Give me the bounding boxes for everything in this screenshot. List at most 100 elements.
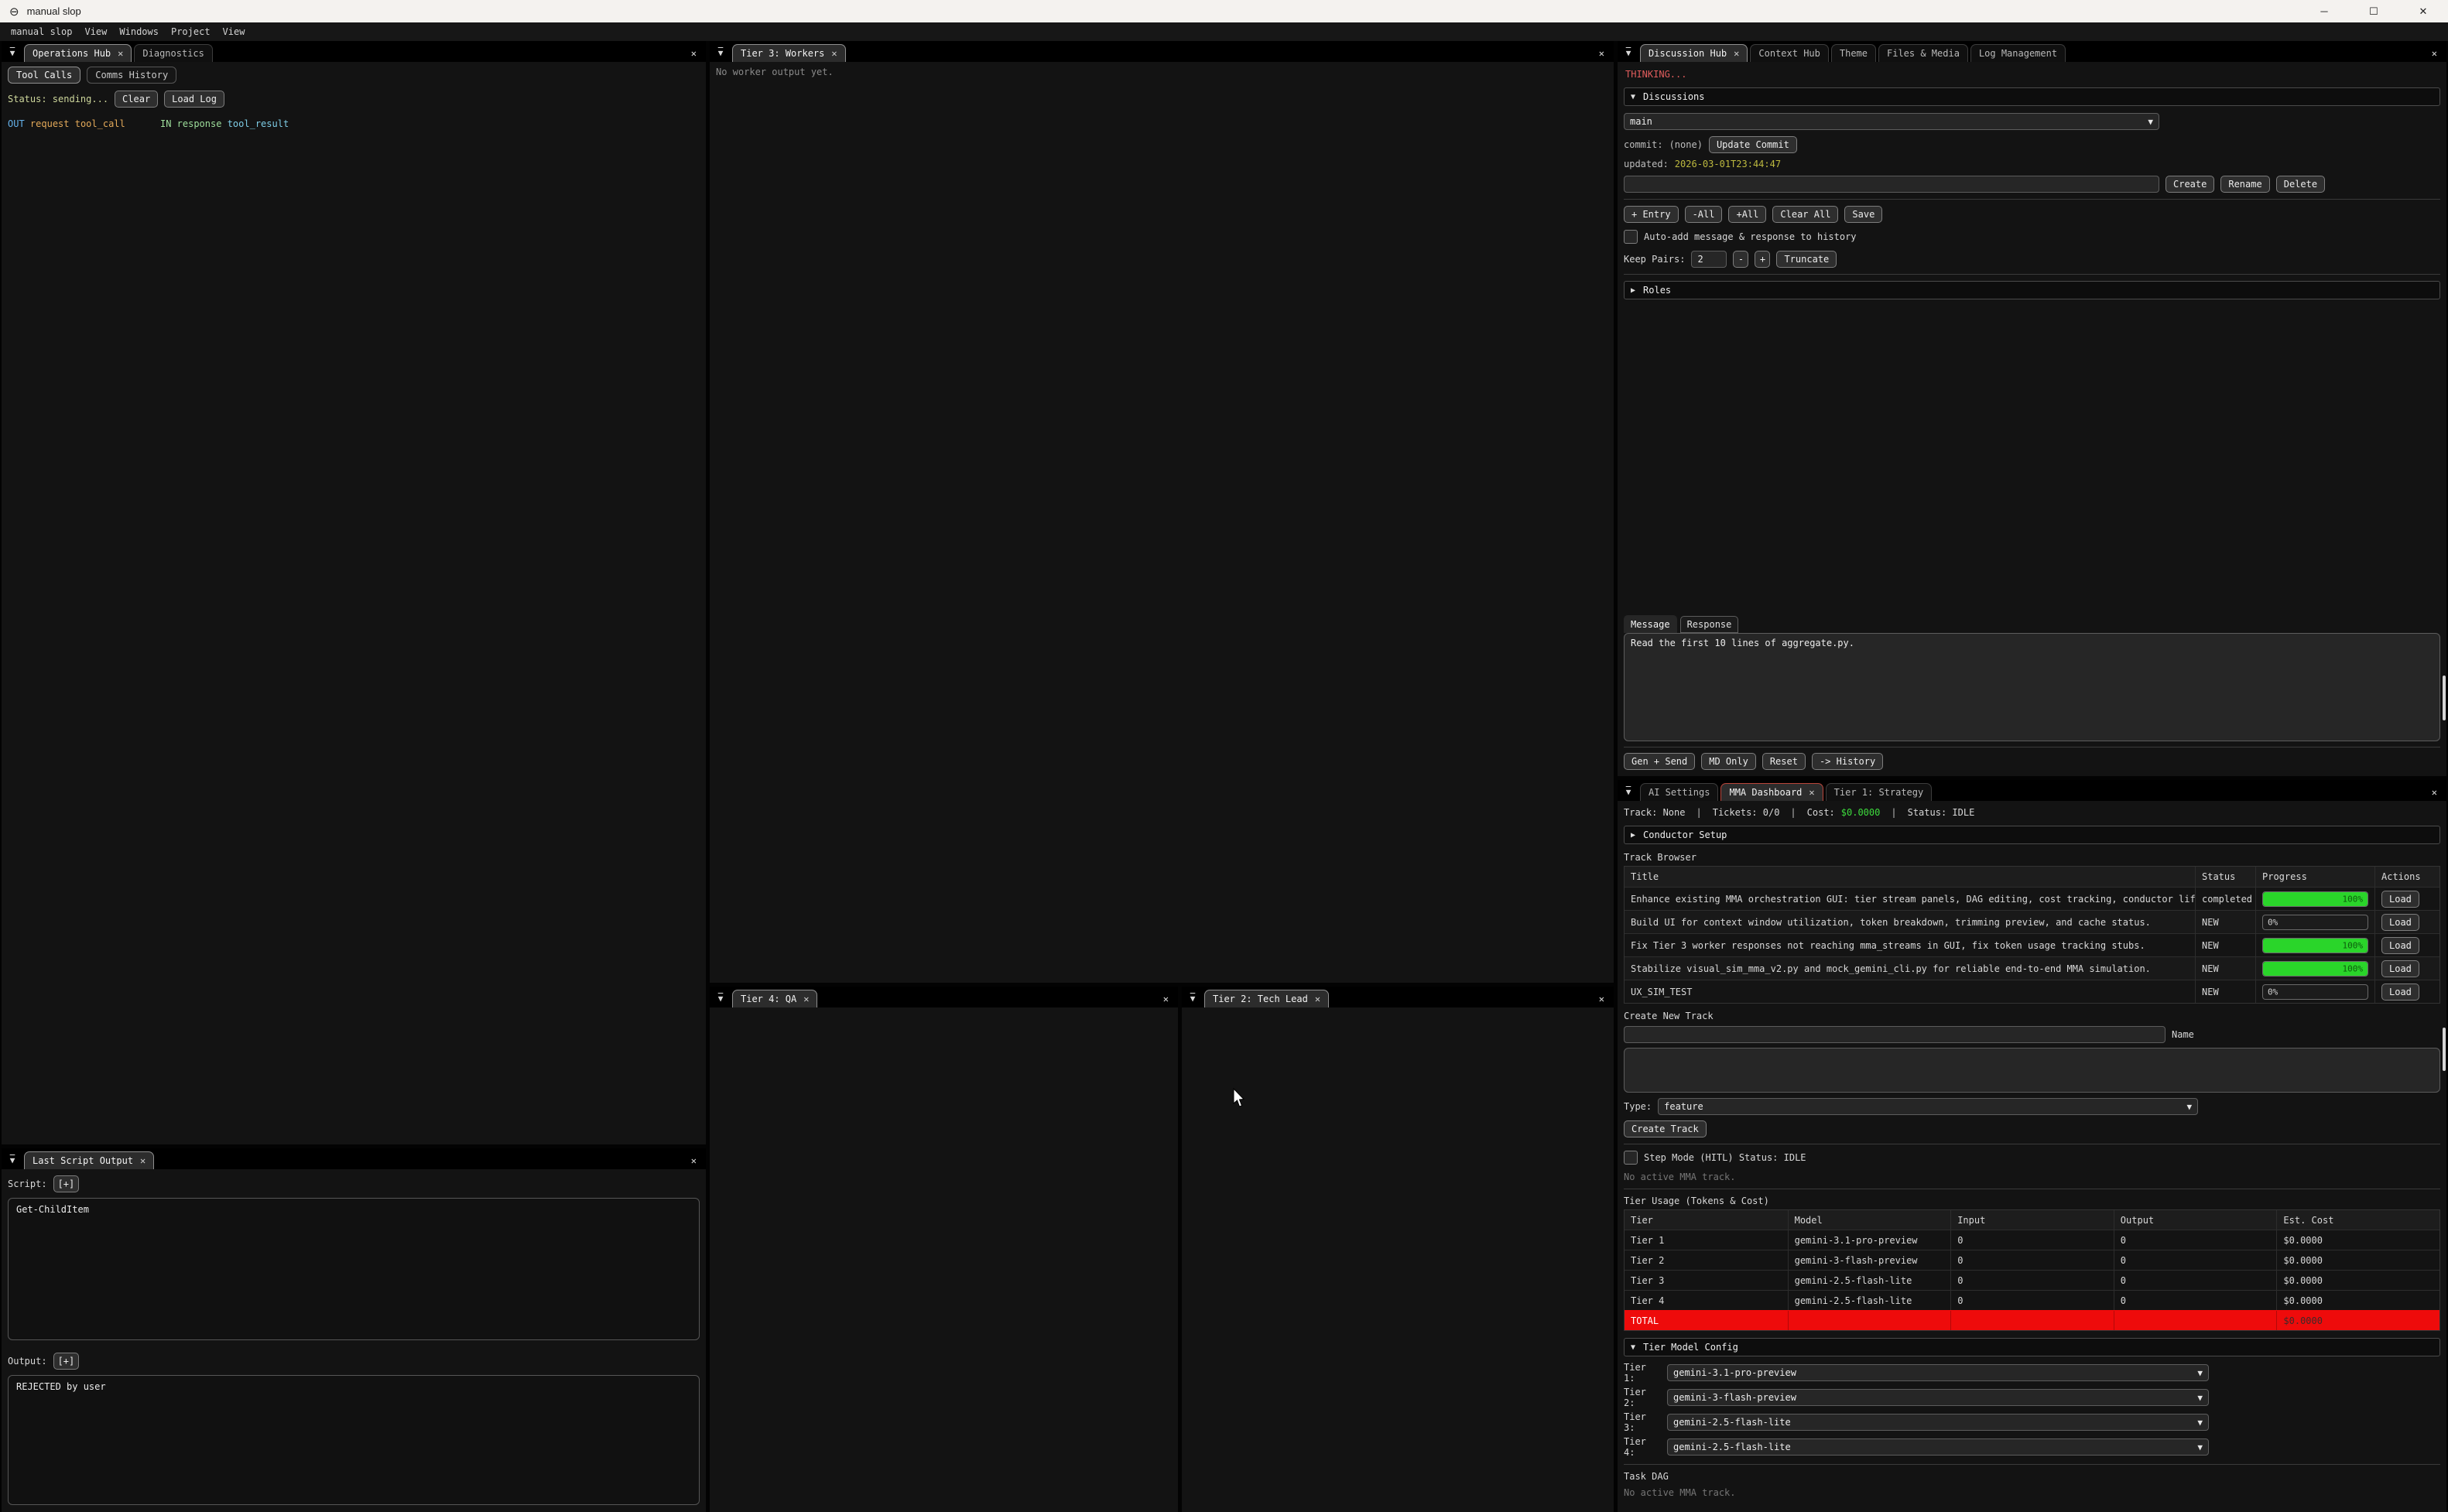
tab-close-icon[interactable]: ✕ [831,48,837,59]
tab-files-media[interactable]: Files & Media [1878,44,1968,62]
branch-select[interactable]: main ▼ [1624,113,2159,130]
pane-menu-icon[interactable]: ▼ [1619,44,1638,62]
new-track-name-input[interactable] [1624,1026,2166,1043]
save-button[interactable]: Save [1844,206,1882,223]
tier4-model-select[interactable]: gemini-2.5-flash-lite ▼ [1667,1438,2209,1456]
step-mode-checkbox[interactable] [1624,1151,1638,1165]
update-commit-button[interactable]: Update Commit [1709,136,1797,153]
subtab-response[interactable]: Response [1680,616,1739,633]
roles-section-header[interactable]: ▶ Roles [1624,281,2440,299]
load-button[interactable]: Load [2381,937,2419,954]
menu-project[interactable]: Project [165,26,217,37]
tab-close-icon[interactable]: ✕ [118,48,123,59]
tab-discussion-hub[interactable]: Discussion Hub ✕ [1640,44,1748,62]
menu-app[interactable]: manual slop [5,26,78,37]
delete-button[interactable]: Delete [2276,176,2325,193]
tab-last-script-output[interactable]: Last Script Output ✕ [24,1151,154,1169]
tier3-model-select[interactable]: gemini-2.5-flash-lite ▼ [1667,1414,2209,1431]
pane-menu-icon[interactable]: ▼ [3,1151,22,1169]
panel-close-icon[interactable]: ✕ [2432,787,2443,801]
load-log-button[interactable]: Load Log [164,91,224,108]
no-active-track-text: No active MMA track. [1624,1172,2440,1182]
tab-close-icon[interactable]: ✕ [140,1155,146,1166]
subtab-message[interactable]: Message [1624,615,1677,633]
tab-tier3-workers[interactable]: Tier 3: Workers ✕ [732,44,846,62]
auto-add-checkbox[interactable] [1624,230,1638,244]
keep-pairs-input[interactable] [1691,251,1727,268]
output-textbox[interactable]: REJECTED by user [8,1375,700,1505]
output-expand-button[interactable]: [+] [53,1353,80,1370]
track-row: Stabilize visual_sim_mma_v2.py and mock_… [1625,956,2439,980]
md-only-button[interactable]: MD Only [1701,753,1756,770]
tab-mma-dashboard[interactable]: MMA Dashboard ✕ [1720,783,1823,801]
panel-close-icon[interactable]: ✕ [1163,994,1175,1007]
tab-diagnostics[interactable]: Diagnostics [134,44,212,62]
menu-view-2[interactable]: View [217,26,252,37]
tab-theme[interactable]: Theme [1831,44,1876,62]
pane-menu-icon[interactable]: ▼ [1183,990,1202,1007]
truncate-button[interactable]: Truncate [1776,251,1837,268]
pane-menu-icon[interactable]: ▼ [711,44,730,62]
subtab-comms-history[interactable]: Comms History [87,67,176,84]
keep-pairs-decrement-button[interactable]: - [1733,251,1748,268]
message-textarea[interactable]: Read the first 10 lines of aggregate.py. [1624,633,2440,741]
tier2-model-select[interactable]: gemini-3-flash-preview ▼ [1667,1389,2209,1406]
tab-tier2-tech-lead[interactable]: Tier 2: Tech Lead ✕ [1204,990,1329,1007]
pane-menu-icon[interactable]: ▼ [3,44,22,62]
tab-context-hub[interactable]: Context Hub [1750,44,1828,62]
pane-menu-icon[interactable]: ▼ [711,990,730,1007]
rename-button[interactable]: Rename [2220,176,2269,193]
load-button[interactable]: Load [2381,983,2419,1001]
add-entry-button[interactable]: + Entry [1624,206,1679,223]
auto-add-label: Auto-add message & response to history [1644,231,1857,242]
tab-close-icon[interactable]: ✕ [1315,994,1320,1004]
clear-all-button[interactable]: Clear All [1772,206,1838,223]
reset-button[interactable]: Reset [1762,753,1806,770]
panel-close-icon[interactable]: ✕ [691,1155,703,1169]
dashboard-scrollbar[interactable] [2443,803,2446,1509]
script-textbox[interactable]: Get-ChildItem [8,1198,700,1340]
script-expand-button[interactable]: [+] [53,1175,80,1192]
tab-tier4-qa[interactable]: Tier 4: QA ✕ [732,990,817,1007]
tab-close-icon[interactable]: ✕ [1734,48,1739,59]
tier1-model-label: Tier 1: [1624,1362,1661,1384]
create-button[interactable]: Create [2166,176,2214,193]
tab-ai-settings[interactable]: AI Settings [1640,783,1718,801]
gen-send-button[interactable]: Gen + Send [1624,753,1695,770]
tab-operations-hub[interactable]: Operations Hub ✕ [24,44,132,62]
menu-windows[interactable]: Windows [113,26,165,37]
tab-close-icon[interactable]: ✕ [803,994,809,1004]
subtab-tool-calls[interactable]: Tool Calls [8,67,80,84]
panel-close-icon[interactable]: ✕ [691,48,703,62]
progress-bar: 0% [2262,915,2368,930]
maximize-icon[interactable]: ☐ [2349,0,2398,22]
load-button[interactable]: Load [2381,891,2419,908]
panel-close-icon[interactable]: ✕ [1599,48,1611,62]
tier-model-config-header[interactable]: ▼ Tier Model Config [1624,1338,2440,1356]
discussion-name-input[interactable] [1624,176,2159,193]
discussions-section-header[interactable]: ▼ Discussions [1624,87,2440,106]
progress-bar: 100% [2262,938,2368,953]
panel-close-icon[interactable]: ✕ [2432,48,2443,62]
new-track-description-textarea[interactable] [1624,1048,2440,1093]
keep-pairs-increment-button[interactable]: + [1755,251,1770,268]
tab-tier1-strategy[interactable]: Tier 1: Strategy [1826,783,1933,801]
minimize-icon[interactable]: ─ [2299,0,2349,22]
load-button[interactable]: Load [2381,960,2419,977]
conductor-setup-header[interactable]: ▶ Conductor Setup [1624,826,2440,844]
plus-all-button[interactable]: +All [1728,206,1766,223]
create-track-button[interactable]: Create Track [1624,1120,1707,1137]
clear-button[interactable]: Clear [115,91,158,108]
menu-view[interactable]: View [78,26,113,37]
track-type-select[interactable]: feature ▼ [1658,1098,2198,1115]
tab-close-icon[interactable]: ✕ [1809,787,1814,798]
window-close-icon[interactable]: ✕ [2398,0,2448,22]
discussion-scrollbar[interactable] [2443,64,2446,773]
to-history-button[interactable]: -> History [1812,753,1883,770]
tier1-model-select[interactable]: gemini-3.1-pro-preview ▼ [1667,1364,2209,1381]
tab-log-management[interactable]: Log Management [1970,44,2066,62]
panel-close-icon[interactable]: ✕ [1599,994,1611,1007]
minus-all-button[interactable]: -All [1685,206,1723,223]
load-button[interactable]: Load [2381,914,2419,931]
pane-menu-icon[interactable]: ▼ [1619,783,1638,801]
